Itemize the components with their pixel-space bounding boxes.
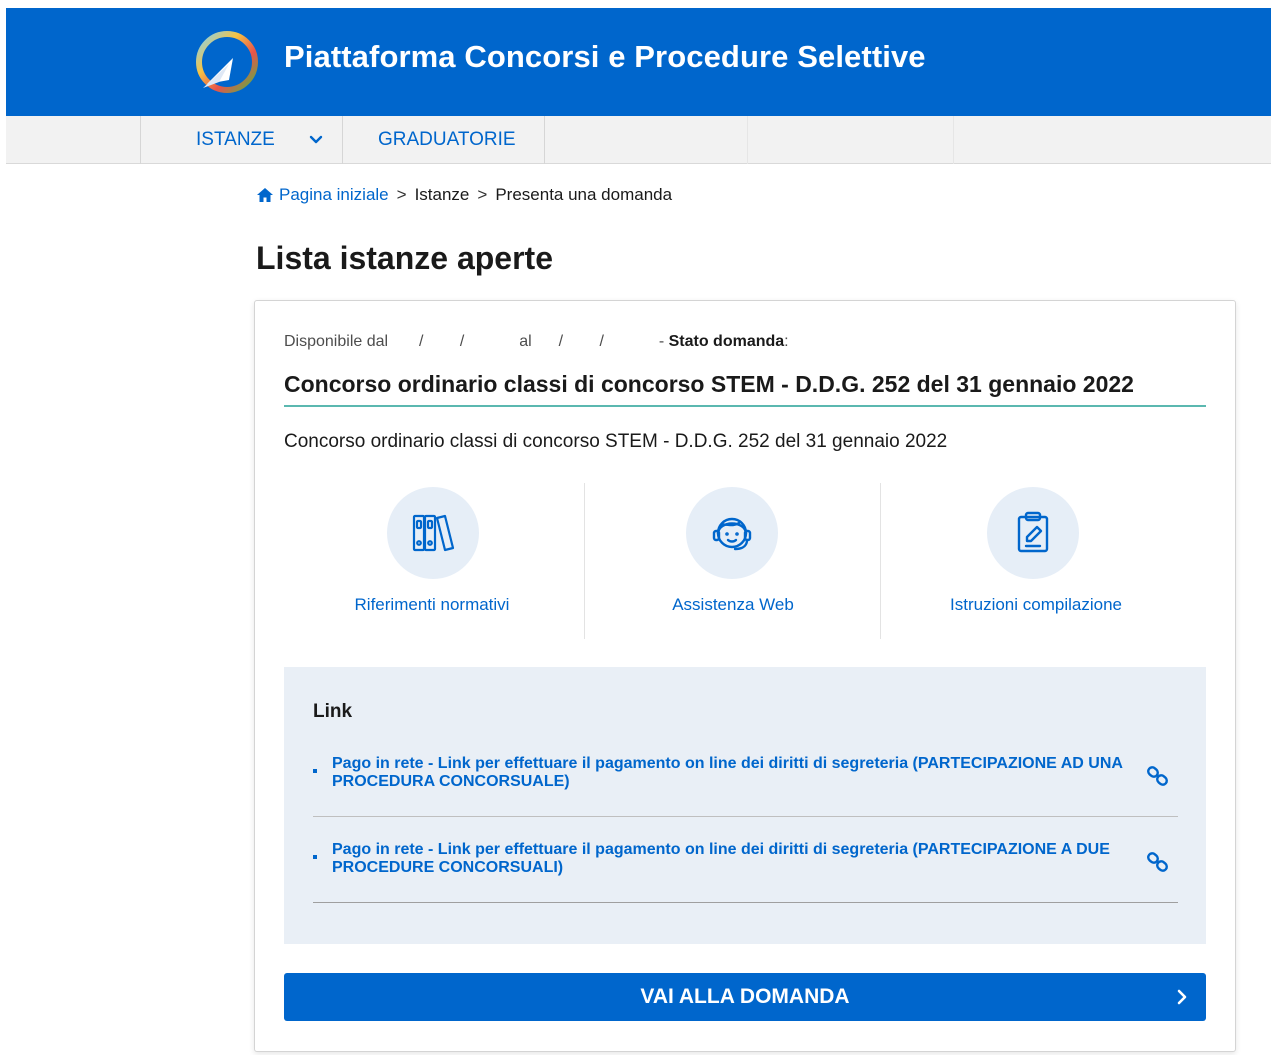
cta-label: VAI ALLA DOMANDA — [640, 985, 850, 1008]
platform-logo-icon[interactable] — [189, 24, 265, 100]
availability-to-value: / / — [558, 333, 620, 350]
site-title: Piattaforma Concorsi e Procedure Seletti… — [284, 39, 926, 74]
breadcrumb-item-istanze: Istanze — [414, 185, 470, 204]
chevron-right-icon — [1177, 989, 1187, 1005]
site-header: Piattaforma Concorsi e Procedure Seletti… — [6, 8, 1271, 116]
nav-empty-area — [545, 116, 955, 164]
title-underline — [284, 405, 1206, 407]
nav-divider — [953, 116, 954, 164]
feature-label: Assistenza Web — [672, 595, 794, 614]
nav-item-istanze[interactable]: ISTANZE — [140, 116, 343, 164]
link-text[interactable]: Pago in rete - Link per effettuare il pa… — [332, 841, 1132, 877]
chain-link-icon[interactable] — [1146, 850, 1170, 874]
state-label: Stato domanda — [668, 333, 785, 350]
breadcrumb-separator: > — [396, 185, 407, 204]
instance-card: Disponibile dal / / al / / - Stato doman… — [254, 300, 1236, 1052]
card-title: Concorso ordinario classi di concorso ST… — [284, 371, 1134, 397]
availability-line: Disponibile dal / / al / / - Stato doman… — [284, 333, 789, 351]
link-item[interactable]: Pago in rete - Link per effettuare il pa… — [313, 751, 1178, 817]
home-icon[interactable] — [256, 187, 274, 203]
feature-icon-circle — [686, 487, 778, 579]
bullet — [313, 855, 317, 859]
nav-item-graduatorie[interactable]: GRADUATORIE — [343, 116, 545, 164]
link-item[interactable]: Pago in rete - Link per effettuare il pa… — [313, 817, 1178, 903]
nav-item-label: GRADUATORIE — [378, 129, 516, 150]
link-text[interactable]: Pago in rete - Link per effettuare il pa… — [332, 755, 1132, 791]
feature-assistenza-web[interactable]: Assistenza Web — [584, 483, 880, 639]
breadcrumb-home-link[interactable]: Pagina iniziale — [279, 185, 389, 205]
chain-link-icon[interactable] — [1146, 764, 1170, 788]
vai-alla-domanda-button[interactable]: VAI ALLA DOMANDA — [284, 973, 1206, 1021]
binders-icon — [412, 514, 455, 552]
feature-riferimenti-normativi[interactable]: Riferimenti normativi — [284, 483, 584, 639]
state-colon: : — [784, 333, 789, 350]
feature-label: Istruzioni compilazione — [950, 595, 1122, 614]
card-description: Concorso ordinario classi di concorso ST… — [284, 431, 948, 452]
nav-item-label: ISTANZE — [196, 129, 275, 150]
availability-from-label: Disponibile dal — [284, 333, 389, 350]
breadcrumb: Pagina iniziale > Istanze > Presenta una… — [256, 185, 672, 205]
headset-support-icon — [712, 517, 752, 551]
feature-istruzioni-compilazione[interactable]: Istruzioni compilazione — [880, 483, 1206, 639]
availability-from-value: / / — [418, 333, 481, 350]
state-prefix: - — [658, 333, 665, 350]
feature-label: Riferimenti normativi — [354, 595, 510, 614]
nav-divider — [747, 116, 748, 164]
bullet — [313, 769, 317, 773]
breadcrumb-separator: > — [477, 185, 488, 204]
chevron-down-icon — [309, 135, 323, 144]
feature-icon-circle — [387, 487, 479, 579]
links-heading: Link — [313, 701, 353, 722]
feature-icon-circle — [987, 487, 1079, 579]
links-panel: Link Pago in rete - Link per effettuare … — [284, 667, 1206, 944]
main-nav: ISTANZE GRADUATORIE — [6, 116, 1271, 164]
breadcrumb-item-current: Presenta una domanda — [495, 185, 673, 204]
feature-row: Riferimenti normativi Assistenza Web Ist… — [284, 483, 1206, 639]
page-title: Lista istanze aperte — [256, 240, 553, 276]
availability-to-label: al — [519, 333, 532, 350]
clipboard-edit-icon — [1017, 511, 1049, 553]
